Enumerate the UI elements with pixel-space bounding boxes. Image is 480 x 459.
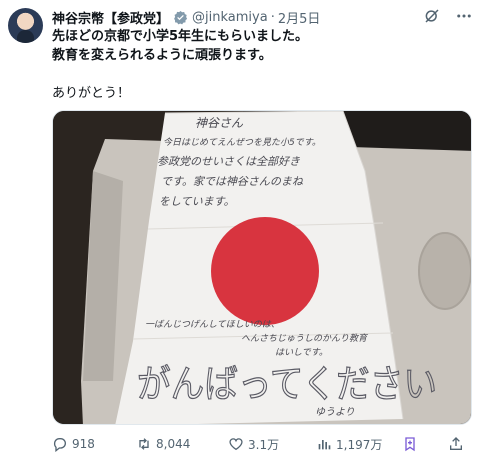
- views-button[interactable]: 1,197万: [316, 434, 382, 454]
- letter-line: 今日はじめてえんぜつを見た小5です。: [163, 137, 321, 148]
- letter-signature: ゆうより: [315, 407, 355, 418]
- tweet-photo[interactable]: 神谷さん 今日はじめてえんぜつを見た小5です。 参政党のせいさくは全部好き です…: [52, 110, 472, 425]
- letter-line: へんさちじゅうしのかんり教育: [241, 333, 369, 344]
- verified-badge-icon: [173, 10, 188, 25]
- line-break: [52, 65, 462, 84]
- heart-icon: [229, 438, 243, 451]
- separator-dot: ·: [270, 9, 275, 25]
- view-count: 1,197万: [336, 437, 383, 452]
- avatar[interactable]: [8, 8, 43, 43]
- reply-button[interactable]: 918: [52, 434, 95, 454]
- grok-icon[interactable]: [422, 6, 442, 26]
- views-chart-icon: [318, 440, 331, 450]
- big-handwriting: がんばってください: [137, 362, 437, 406]
- tweet-text-line: 教育を変えられるように頑張ります。: [52, 48, 272, 63]
- letter-line: 一ばんじつげんしてほしいのは、: [145, 319, 280, 330]
- more-options-icon[interactable]: [454, 6, 474, 26]
- letter-line: をしています。: [159, 195, 235, 208]
- post-date[interactable]: 2月5日: [278, 8, 321, 27]
- reply-icon: [53, 438, 66, 452]
- letter-line: 神谷さん: [195, 116, 244, 130]
- letter-line: はいしです。: [275, 347, 328, 358]
- reply-count: 918: [72, 437, 95, 451]
- share-button[interactable]: [448, 434, 464, 454]
- header-actions: [422, 6, 474, 26]
- like-count: 3.1万: [248, 437, 280, 452]
- tweet-text-line: 先ほどの京都で小学5年生にもらいました。: [52, 29, 309, 44]
- like-button[interactable]: 3.1万: [228, 434, 279, 454]
- tweet-header: 神谷宗幣【参政党】 @jinkamiya · 2月5日: [52, 8, 321, 27]
- tweet-text: 先ほどの京都で小学5年生にもらいました。 教育を変えられるように頑張ります。 あ…: [52, 27, 462, 103]
- bookmark-sparkle-icon: [405, 437, 415, 452]
- cup-holder: [418, 232, 471, 310]
- user-handle[interactable]: @jinkamiya: [192, 10, 268, 25]
- share-icon: [450, 437, 462, 450]
- letter-line: 参政党のせいさくは全部好き: [157, 155, 300, 168]
- grok-summary-button[interactable]: [402, 434, 418, 454]
- retweet-icon: [139, 438, 149, 450]
- retweet-button[interactable]: 8,044: [136, 434, 190, 454]
- retweet-count: 8,044: [156, 437, 191, 451]
- action-bar: 918 8,044 3.1万 1,197万: [52, 434, 472, 454]
- display-name[interactable]: 神谷宗幣【参政党】: [52, 8, 169, 27]
- tweet: 神谷宗幣【参政党】 @jinkamiya · 2月5日 先ほどの京都で小学5年生…: [0, 0, 480, 459]
- letter-line: です。家では神谷さんのまね: [161, 175, 304, 188]
- tweet-text-line: ありがとう！: [52, 86, 131, 101]
- red-sun-circle: [211, 217, 319, 325]
